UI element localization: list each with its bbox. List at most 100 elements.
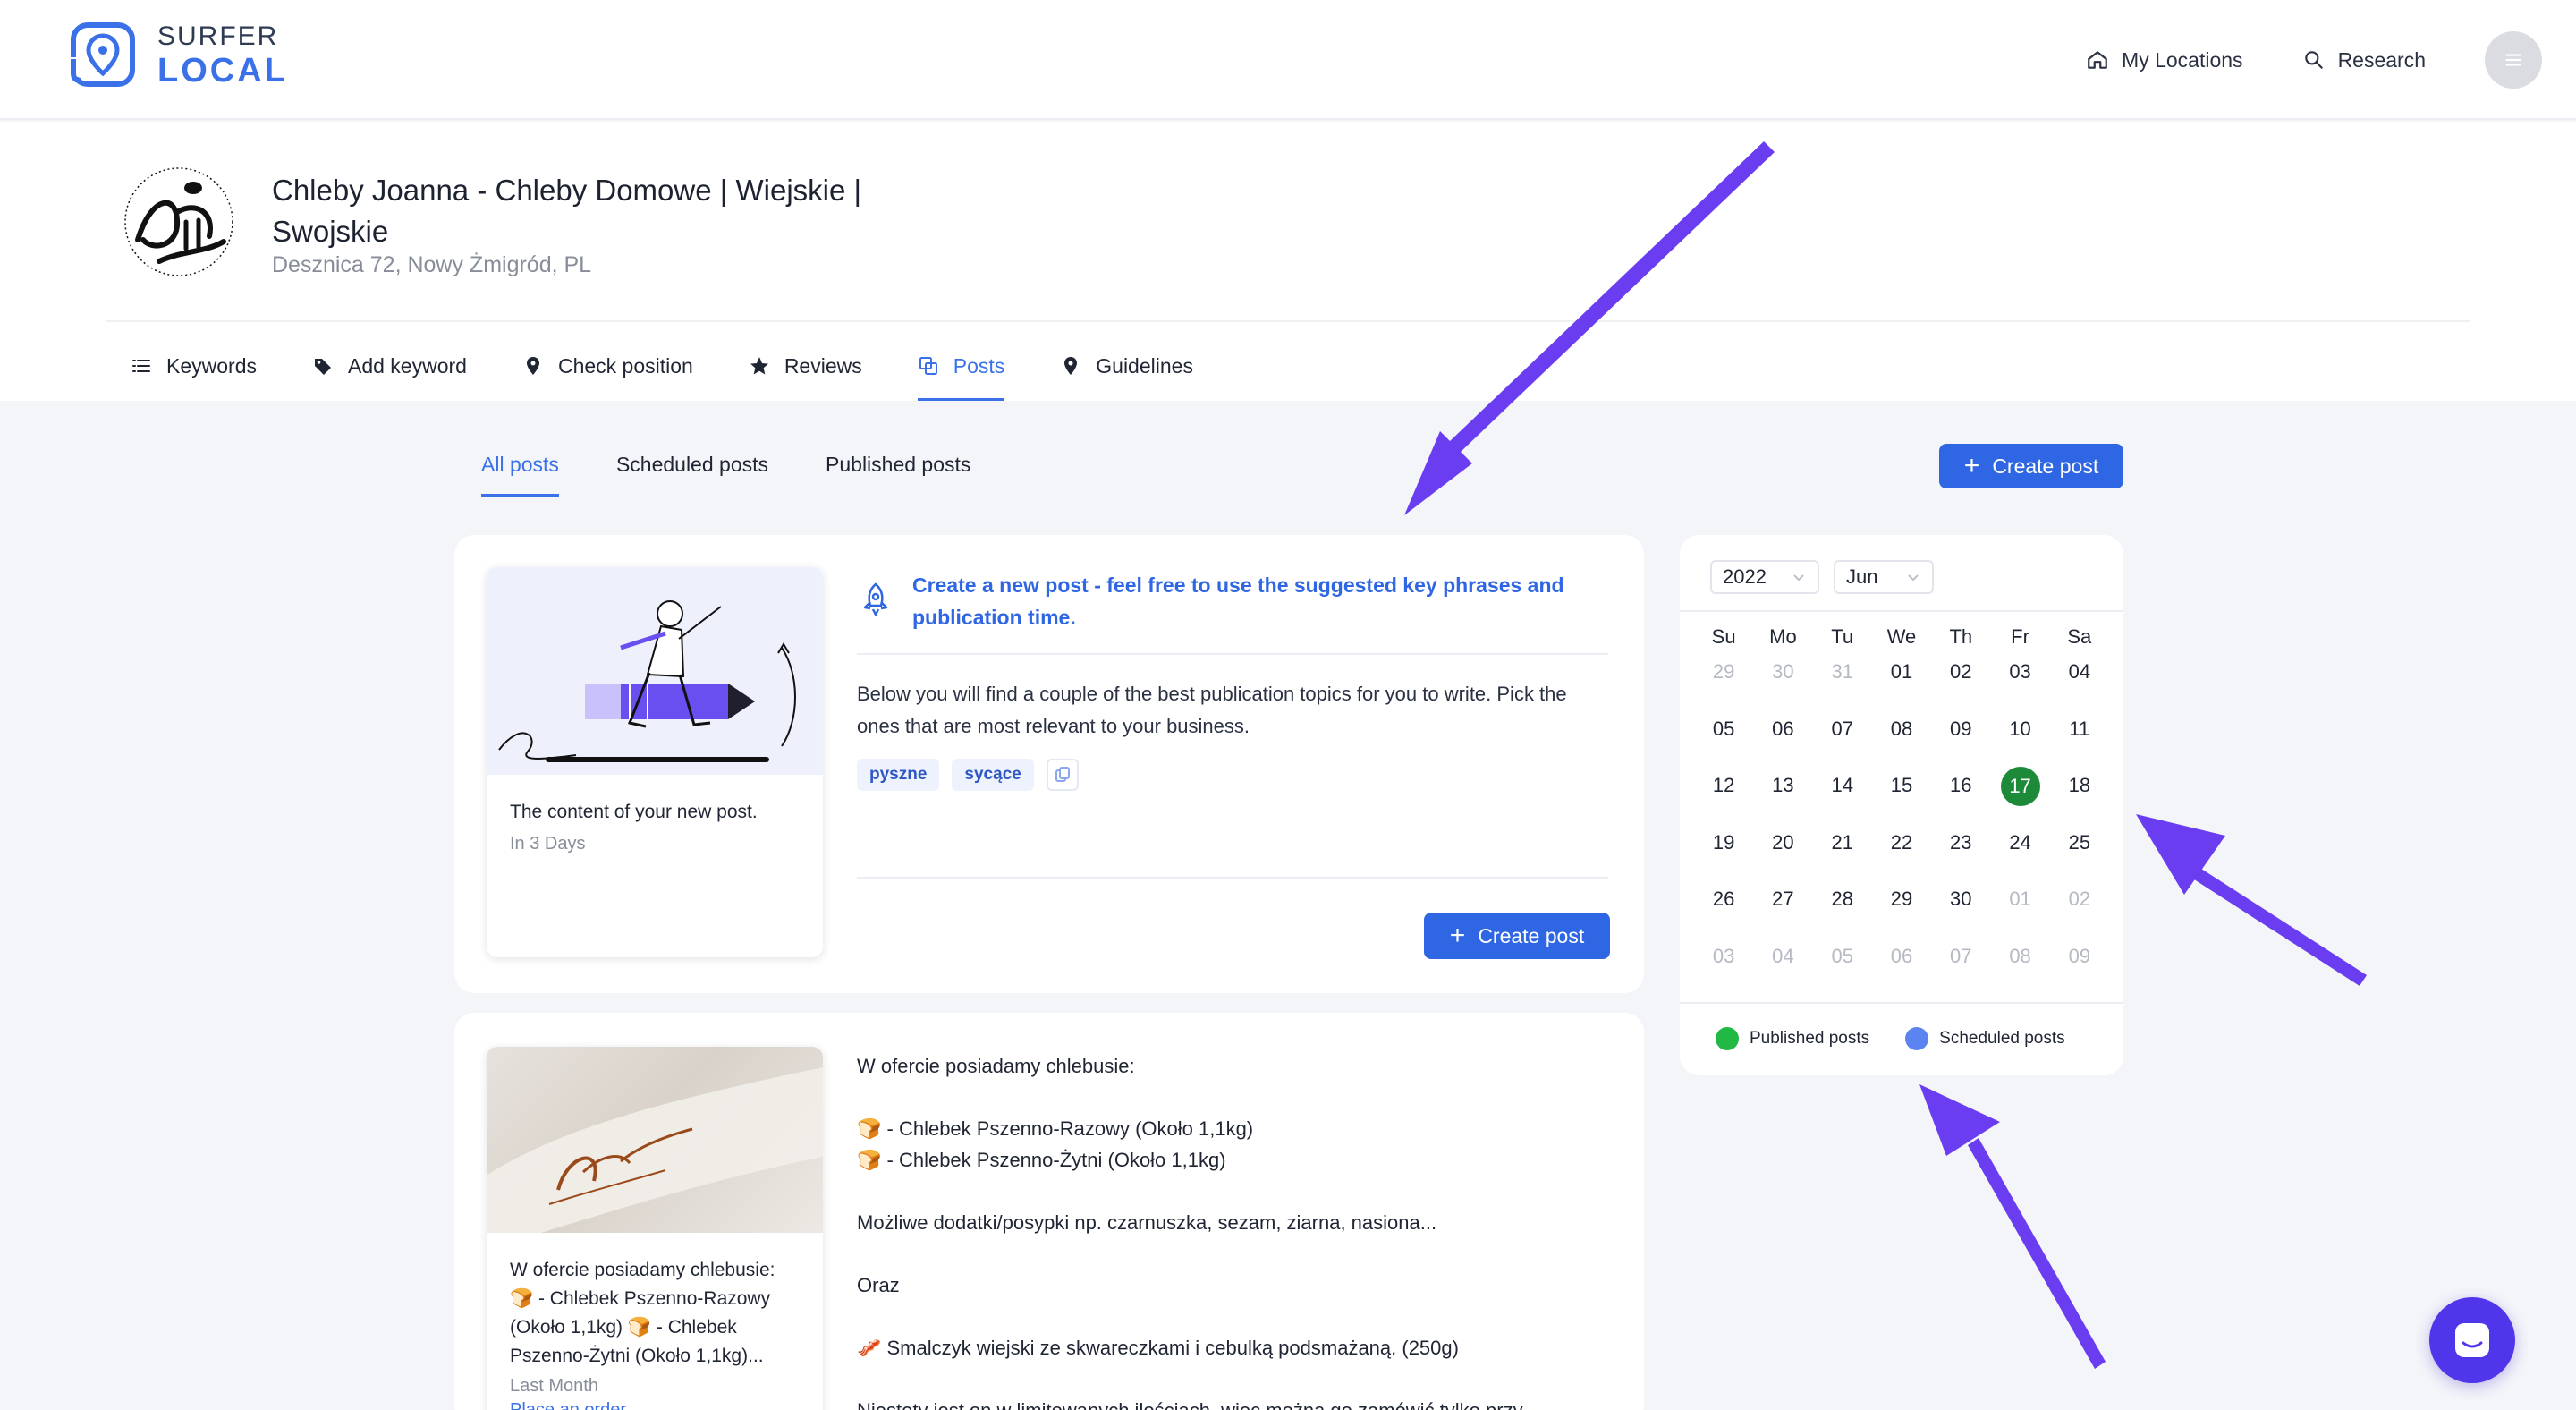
calendar-day[interactable]: 15 [1872,767,1931,824]
calendar-day[interactable]: 23 [1931,824,1990,881]
calendar-day[interactable]: 12 [1694,767,1753,824]
copy-phrases-button[interactable] [1046,759,1079,791]
suggestion-title: Create a new post - feel free to use the… [912,573,1564,629]
post-line-spacer [857,1238,1599,1270]
calendar-day[interactable]: 09 [1931,710,1990,768]
calendar-day[interactable]: 30 [1931,880,1990,938]
calendar-day-number: 18 [2068,774,2091,796]
calendar-day-number: 12 [1712,774,1735,796]
chat-support-button[interactable] [2429,1297,2515,1383]
suggestion-thumbnail[interactable]: The content of your new post. In 3 Days [487,567,823,957]
tab-reviews[interactable]: Reviews [749,344,862,401]
calendar-day[interactable]: 21 [1813,824,1872,881]
calendar-day-number: 03 [1712,944,1735,967]
calendar-day[interactable]: 04 [2050,653,2109,710]
calendar-day-number: 28 [1831,888,1853,910]
calendar-day[interactable]: 06 [1872,938,1931,995]
my-locations-link[interactable]: My Locations [2086,48,2243,72]
calendar-day[interactable]: 16 [1931,767,1990,824]
tab-keywords[interactable]: Keywords [131,344,257,401]
post-thumbnail[interactable]: W ofercie posiadamy chlebusie: 🍞 - Chleb… [487,1047,823,1410]
tab-label: Add keyword [347,354,467,378]
calendar-day[interactable]: 10 [1990,710,2049,768]
calendar-day[interactable]: 27 [1753,880,1812,938]
calendar-day-number: 10 [2009,717,2031,740]
calendar-day[interactable]: 02 [2050,880,2109,938]
annotation-arrow-head [1919,1084,2000,1156]
calendar-day[interactable]: 20 [1753,824,1812,881]
calendar-day[interactable]: 29 [1872,880,1931,938]
create-post-button[interactable]: + Create post [1424,913,1610,959]
suggestion-thumb-title: The content of your new post. [510,802,758,822]
subtab-all-posts[interactable]: All posts [481,453,559,497]
calendar-day[interactable]: 04 [1753,938,1812,995]
post-cta-link[interactable]: Place an order [487,1397,823,1410]
calendar-day[interactable]: 26 [1694,880,1753,938]
list-icon [132,360,150,372]
calendar-day[interactable]: 03 [1694,938,1753,995]
tab-label: Reviews [784,354,862,378]
surfer-local-logo[interactable]: SURFER LOCAL [66,20,288,91]
business-header: Chleby Joanna - Chleby Domowe | Wiejskie… [0,122,2576,401]
calendar-day[interactable]: 14 [1813,767,1872,824]
calendar-day[interactable]: 08 [1990,938,2049,995]
key-phrase-chip[interactable]: pyszne [857,759,940,791]
calendar-day[interactable]: 03 [1990,653,2049,710]
calendar-day[interactable]: 07 [1813,710,1872,768]
calendar-day[interactable]: 01 [1872,653,1931,710]
year-select[interactable]: 2022 [1710,560,1819,594]
create-post-label: Create post [1478,923,1585,947]
tab-guidelines[interactable]: Guidelines [1060,344,1193,401]
calendar-day[interactable]: 09 [2050,938,2109,995]
tab-label: Guidelines [1096,354,1193,378]
publication-calendar: 2022 Jun Su Mo Tu We Th Fr Sa 29 30 31 01 02 03 04 05 0… [1680,535,2123,1075]
calendar-day[interactable]: 05 [1813,938,1872,995]
calendar-day-number: 17 [2000,767,2040,806]
calendar-day[interactable]: 01 [1990,880,2049,938]
tab-check-position[interactable]: Check position [522,344,693,401]
legend-label: Published posts [1750,1029,1870,1048]
plus-icon: + [1449,921,1466,950]
user-menu-button[interactable] [2485,31,2542,89]
subtab-scheduled-posts[interactable]: Scheduled posts [616,453,768,497]
suggestion-description: Below you will find a couple of the best… [857,683,1567,737]
calendar-day[interactable]: 30 [1753,653,1812,710]
top-bar: SURFER LOCAL My Locations Research [0,0,2576,120]
calendar-day[interactable]: 08 [1872,710,1931,768]
month-select[interactable]: Jun [1834,560,1934,594]
calendar-day[interactable]: 11 [2050,710,2109,768]
research-link[interactable]: Research [2302,48,2426,72]
key-phrase-chip[interactable]: sycące [952,759,1034,791]
annotation-arrow-head [1404,431,1472,515]
calendar-day-number: 22 [1890,830,1913,854]
location-tabs: Keywords Add keyword Check position Revi… [131,344,1249,401]
calendar-day[interactable]: 25 [2050,824,2109,881]
calendar-day[interactable]: 18 [2050,767,2109,824]
post-line: Możliwe dodatki/posypki np. czarnuszka, … [857,1211,1437,1234]
calendar-day[interactable]: 24 [1990,824,2049,881]
bread-bag-photo [487,1066,823,1250]
rocket-icon [863,582,888,616]
calendar-day[interactable]: 19 [1694,824,1753,881]
create-post-button[interactable]: + Create post [1939,444,2123,488]
calendar-day-number: 06 [1890,944,1913,967]
subtab-published-posts[interactable]: Published posts [826,453,970,497]
post-thumb-date: Last Month [510,1376,598,1396]
month-value: Jun [1846,565,1878,588]
weekday-header: Fr [2011,625,2029,648]
calendar-day[interactable]: 07 [1931,938,1990,995]
calendar-day[interactable]: 13 [1753,767,1812,824]
calendar-day-number: 16 [1950,774,1972,796]
calendar-day[interactable]: 31 [1813,653,1872,710]
calendar-day[interactable]: 29 [1694,653,1753,710]
calendar-day[interactable]: 28 [1813,880,1872,938]
calendar-day-number: 04 [1772,944,1794,967]
calendar-day-number: 08 [2009,944,2031,967]
tab-add-keyword[interactable]: Add keyword [312,344,467,401]
calendar-day[interactable]: 06 [1753,710,1812,768]
calendar-day[interactable]: 05 [1694,710,1753,768]
calendar-day[interactable]: 02 [1931,653,1990,710]
calendar-day-today[interactable]: 17 [1990,767,2049,824]
calendar-day[interactable]: 22 [1872,824,1931,881]
tab-posts[interactable]: Posts [917,344,1004,401]
